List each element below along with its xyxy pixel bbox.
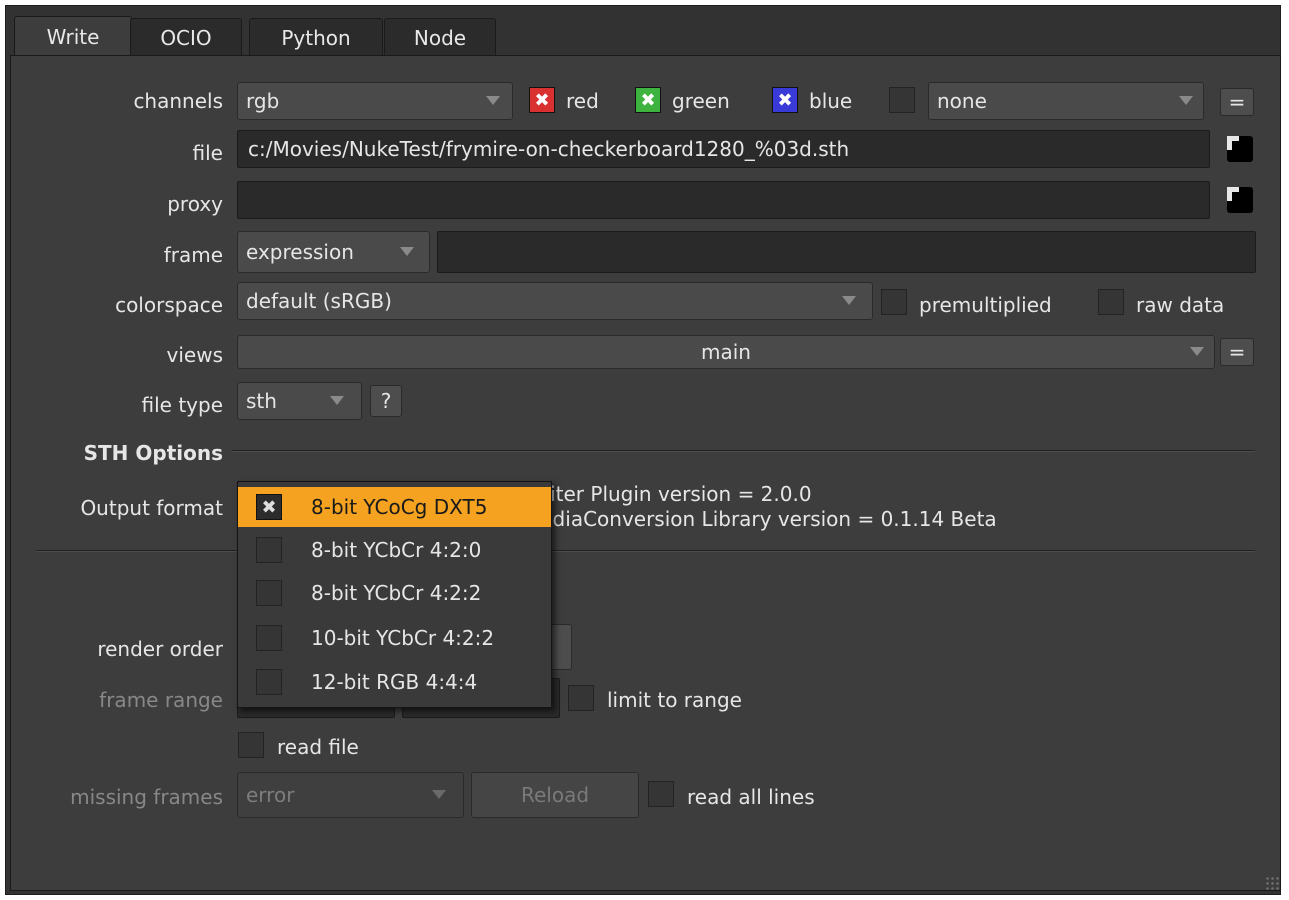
- sth-options-title: STH Options: [83, 441, 223, 465]
- file-type-dropdown[interactable]: sth: [237, 382, 362, 420]
- library-version-text: MediaConversion Library version = 0.1.14…: [523, 507, 997, 531]
- missing-frames-label: missing frames: [70, 785, 223, 809]
- read-all-lines-checkbox[interactable]: [648, 781, 674, 807]
- green-label: green: [672, 89, 730, 113]
- section-divider: [232, 450, 1255, 452]
- resize-grip-icon[interactable]: [1265, 876, 1279, 890]
- menu-item-ycocg-dxt5[interactable]: ✖ 8-bit YCoCg DXT5: [238, 487, 551, 527]
- raw-data-checkbox[interactable]: [1098, 289, 1124, 315]
- menu-item-10bit-ycbcr-422[interactable]: 10-bit YCbCr 4:2:2: [238, 618, 551, 658]
- frame-label: frame: [163, 243, 223, 267]
- frame-range-label: frame range: [99, 688, 223, 712]
- file-label: file: [192, 141, 223, 165]
- extra-channel-value: none: [937, 89, 987, 113]
- channels-dropdown[interactable]: rgb: [237, 82, 513, 120]
- channels-link-button[interactable]: =: [1220, 88, 1254, 116]
- frame-mode-dropdown[interactable]: expression: [237, 231, 430, 273]
- colorspace-label: colorspace: [115, 293, 223, 317]
- divider: [36, 550, 1255, 552]
- file-type-label: file type: [141, 393, 224, 417]
- proxy-input[interactable]: [237, 181, 1210, 219]
- menu-item-label: 10-bit YCbCr 4:2:2: [311, 626, 495, 650]
- red-label: red: [566, 89, 599, 113]
- unchecked-box: [256, 625, 282, 651]
- chevron-down-icon: [1190, 347, 1204, 356]
- chevron-down-icon: [486, 96, 500, 105]
- premultiplied-checkbox[interactable]: [881, 289, 907, 315]
- read-file-checkbox[interactable]: [238, 732, 264, 758]
- frame-expression-input[interactable]: [437, 231, 1256, 273]
- red-checkbox[interactable]: ✖: [529, 87, 555, 113]
- chevron-down-icon: [842, 296, 856, 305]
- tab-node[interactable]: Node: [384, 18, 496, 56]
- menu-item-label: 8-bit YCoCg DXT5: [311, 495, 488, 519]
- folder-icon[interactable]: [1227, 187, 1253, 213]
- tab-ocio[interactable]: OCIO: [130, 18, 242, 56]
- colorspace-value: default (sRGB): [246, 289, 392, 313]
- raw-data-label: raw data: [1136, 293, 1225, 317]
- menu-item-label: 8-bit YCbCr 4:2:2: [311, 581, 482, 605]
- limit-to-range-checkbox[interactable]: [568, 685, 594, 711]
- tab-python[interactable]: Python: [249, 18, 383, 56]
- chevron-down-icon: [400, 247, 414, 256]
- blue-label: blue: [809, 89, 853, 113]
- file-input[interactable]: c:/Movies/NukeTest/frymire-on-checkerboa…: [237, 130, 1210, 168]
- menu-item-label: 8-bit YCbCr 4:2:0: [311, 538, 482, 562]
- file-type-value: sth: [246, 389, 277, 413]
- checked-icon: ✖: [256, 494, 282, 520]
- premultiplied-label: premultiplied: [919, 293, 1052, 317]
- menu-item-12bit-rgb-444[interactable]: 12-bit RGB 4:4:4: [238, 662, 551, 702]
- blue-checkbox[interactable]: ✖: [772, 87, 798, 113]
- views-link-button[interactable]: =: [1220, 338, 1254, 366]
- limit-to-range-label: limit to range: [607, 688, 742, 712]
- plugin-version-text: Writer Plugin version = 2.0.0: [523, 482, 812, 506]
- file-type-help-button[interactable]: ?: [370, 385, 402, 417]
- reload-button[interactable]: Reload: [471, 772, 639, 818]
- channels-value: rgb: [246, 89, 280, 113]
- chevron-down-icon: [432, 790, 446, 799]
- colorspace-dropdown[interactable]: default (sRGB): [237, 282, 873, 320]
- folder-icon[interactable]: [1227, 136, 1253, 162]
- tab-write[interactable]: Write: [14, 16, 132, 56]
- missing-frames-value: error: [246, 783, 295, 807]
- menu-item-ycbcr-422[interactable]: 8-bit YCbCr 4:2:2: [238, 573, 551, 613]
- frame-mode-value: expression: [246, 240, 354, 264]
- menu-item-ycbcr-420[interactable]: 8-bit YCbCr 4:2:0: [238, 530, 551, 570]
- extra-channel-checkbox[interactable]: [889, 87, 915, 113]
- unchecked-box: [256, 580, 282, 606]
- chevron-down-icon: [1179, 96, 1193, 105]
- menu-item-label: 12-bit RGB 4:4:4: [311, 670, 478, 694]
- plugin-info: Writer Plugin version = 2.0.0 MediaConve…: [523, 482, 997, 532]
- unchecked-box: [256, 537, 282, 563]
- read-file-label: read file: [277, 735, 359, 759]
- output-format-label: Output format: [80, 496, 223, 520]
- proxy-label: proxy: [167, 192, 223, 216]
- chevron-down-icon: [330, 396, 344, 405]
- views-dropdown[interactable]: main: [237, 335, 1215, 369]
- render-order-label: render order: [97, 637, 223, 661]
- output-format-menu: ✖ 8-bit YCoCg DXT5 8-bit YCbCr 4:2:0 8-b…: [237, 481, 552, 708]
- green-checkbox[interactable]: ✖: [635, 87, 661, 113]
- read-all-lines-label: read all lines: [687, 785, 815, 809]
- unchecked-box: [256, 669, 282, 695]
- extra-channel-dropdown[interactable]: none: [928, 82, 1204, 120]
- channels-label: channels: [133, 89, 223, 113]
- views-label: views: [166, 343, 223, 367]
- views-value: main: [701, 340, 751, 364]
- missing-frames-dropdown[interactable]: error: [237, 772, 464, 818]
